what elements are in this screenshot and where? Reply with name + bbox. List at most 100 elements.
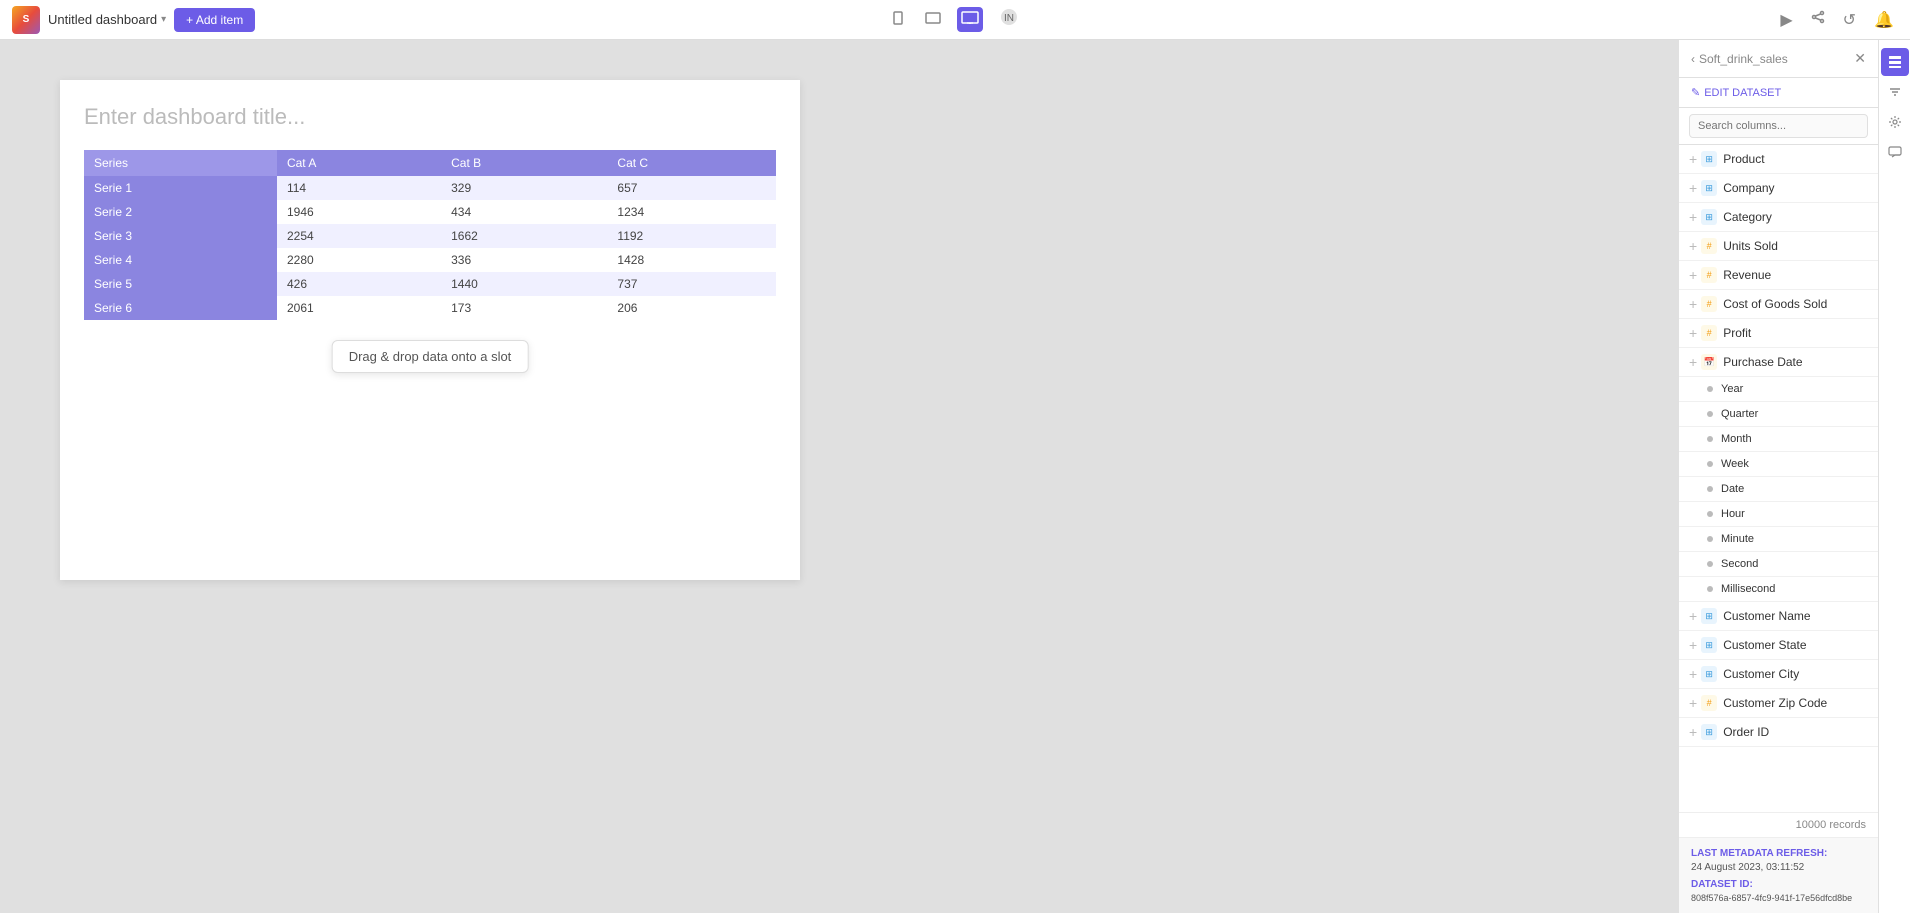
expand-icon: + [1689,238,1697,254]
drag-drop-tooltip: Drag & drop data onto a slot [332,340,529,373]
column-item[interactable]: Date [1679,477,1878,502]
table-header-cat-a: Cat A [277,150,441,176]
column-item[interactable]: Year [1679,377,1878,402]
metadata-refresh-label: LAST METADATA REFRESH: [1691,848,1866,859]
back-button[interactable]: ‹ Soft_drink_sales [1691,52,1788,66]
add-item-button[interactable]: + Add item [174,8,255,32]
history-icon[interactable]: ↺ [1839,6,1860,34]
table-row: Serie 422803361428 [84,248,776,272]
close-panel-button[interactable]: ✕ [1854,50,1866,67]
column-item[interactable]: Millisecond [1679,577,1878,602]
col-type-icon: # [1701,267,1717,283]
column-item[interactable]: + # Profit [1679,319,1878,348]
canvas-area: Enter dashboard title... Series Cat A Ca… [0,40,1678,913]
column-name: Customer Name [1723,609,1810,623]
side-icon-tabs [1878,40,1910,913]
col-type-icon: ⊞ [1701,608,1717,624]
sub-bullet [1707,386,1713,392]
column-name: Cost of Goods Sold [1723,297,1827,311]
mobile-view-button[interactable] [887,7,909,32]
sub-bullet [1707,511,1713,517]
expand-icon: + [1689,296,1697,312]
column-name: Year [1721,383,1743,395]
column-name: Millisecond [1721,583,1775,595]
column-name: Date [1721,483,1744,495]
expand-icon: + [1689,724,1697,740]
dataset-name: Soft_drink_sales [1699,52,1788,66]
column-item[interactable]: + ⊞ Product [1679,145,1878,174]
column-name: Second [1721,558,1758,570]
column-item[interactable]: Second [1679,552,1878,577]
column-name: Week [1721,458,1749,470]
column-item[interactable]: + ⊞ Customer State [1679,631,1878,660]
edit-icon: ✎ [1691,86,1700,99]
column-item[interactable]: + # Revenue [1679,261,1878,290]
svg-text:IN: IN [1004,13,1014,24]
dashboard-title-input[interactable]: Enter dashboard title... [84,104,776,130]
side-tab-settings[interactable] [1881,108,1909,136]
desktop-view-button[interactable] [957,7,983,32]
column-name: Purchase Date [1723,355,1802,369]
table-header-row: Series Cat A Cat B Cat C [84,150,776,176]
sub-bullet [1707,436,1713,442]
expand-icon: + [1689,608,1697,624]
table-header-cat-c: Cat C [607,150,776,176]
column-item[interactable]: Hour [1679,502,1878,527]
column-item[interactable]: + # Customer Zip Code [1679,689,1878,718]
notifications-icon[interactable]: 🔔 [1870,6,1898,34]
column-item[interactable]: Minute [1679,527,1878,552]
expand-icon: + [1689,267,1697,283]
table-row: Serie 1114329657 [84,176,776,200]
side-tab-comments[interactable] [1881,138,1909,166]
table-row: Serie 62061173206 [84,296,776,320]
share-icon[interactable] [1807,6,1829,33]
column-item[interactable]: + ⊞ Category [1679,203,1878,232]
expand-icon: + [1689,637,1697,653]
table-body: Serie 1114329657Serie 219464341234Serie … [84,176,776,320]
table-row: Serie 54261440737 [84,272,776,296]
column-item[interactable]: Week [1679,452,1878,477]
column-item[interactable]: Month [1679,427,1878,452]
play-icon[interactable]: ▶ [1776,6,1796,34]
topbar-right: ▶ ↺ 🔔 [1776,6,1898,34]
column-name: Hour [1721,508,1745,520]
column-item[interactable]: + ⊞ Customer City [1679,660,1878,689]
side-tab-data[interactable] [1881,48,1909,76]
column-name: Units Sold [1723,239,1778,253]
edit-dataset-button[interactable]: ✎ EDIT DATASET [1679,78,1878,108]
data-table: Series Cat A Cat B Cat C Serie 111432965… [84,150,776,320]
column-name: Month [1721,433,1752,445]
search-columns-input[interactable] [1689,114,1868,138]
column-item[interactable]: + 📅 Purchase Date [1679,348,1878,377]
column-name: Customer State [1723,638,1806,652]
metadata-refresh-value: 24 August 2023, 03:11:52 [1691,862,1866,873]
sub-bullet [1707,461,1713,467]
help-icon[interactable]: IN [995,3,1023,36]
sub-bullet [1707,411,1713,417]
column-item[interactable]: + ⊞ Customer Name [1679,602,1878,631]
table-row: Serie 219464341234 [84,200,776,224]
col-type-icon: ⊞ [1701,151,1717,167]
dashboard-title[interactable]: Untitled dashboard ▾ [48,12,166,27]
column-item[interactable]: + # Units Sold [1679,232,1878,261]
column-item[interactable]: + ⊞ Company [1679,174,1878,203]
side-tab-filter[interactable] [1881,78,1909,106]
col-type-icon: ⊞ [1701,666,1717,682]
column-item[interactable]: + ⊞ Order ID [1679,718,1878,747]
expand-icon: + [1689,354,1697,370]
table-header-series: Series [84,150,277,176]
sub-bullet [1707,561,1713,567]
search-box [1679,108,1878,145]
column-item[interactable]: + # Cost of Goods Sold [1679,290,1878,319]
column-name: Revenue [1723,268,1771,282]
drag-drop-area[interactable]: Drag & drop data onto a slot [84,320,776,500]
sub-bullet [1707,536,1713,542]
column-name: Customer City [1723,667,1799,681]
col-type-icon: # [1701,695,1717,711]
view-mode-switcher: IN [887,3,1023,36]
column-item[interactable]: Quarter [1679,402,1878,427]
columns-list: + ⊞ Product + ⊞ Company + ⊞ Category + #… [1679,145,1878,812]
col-type-icon: # [1701,238,1717,254]
table-row: Serie 3225416621192 [84,224,776,248]
tablet-view-button[interactable] [921,7,945,32]
